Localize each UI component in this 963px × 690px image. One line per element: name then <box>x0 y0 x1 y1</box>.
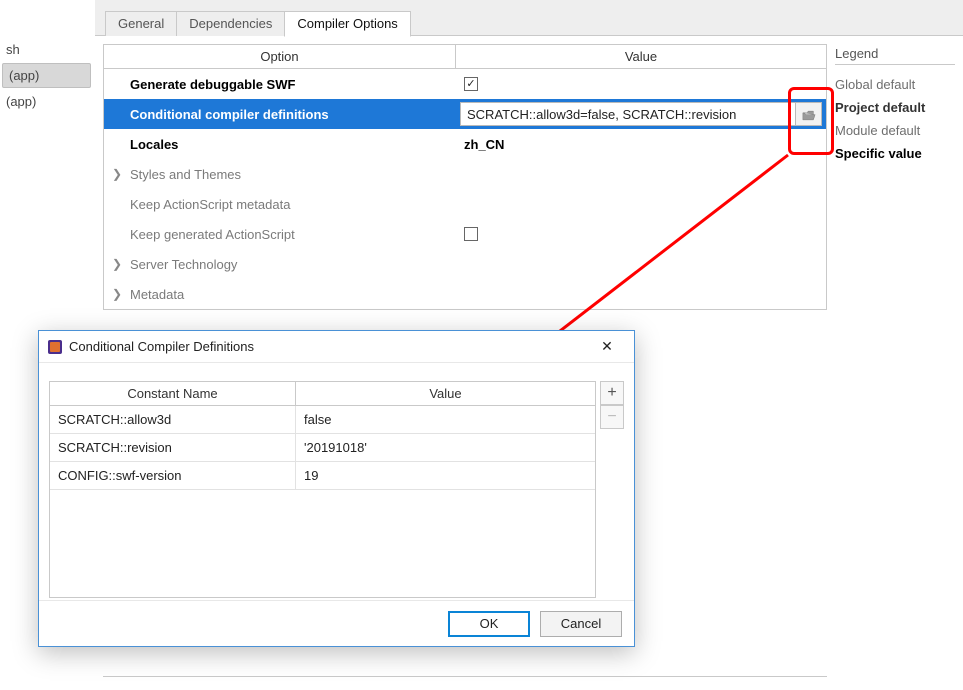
chevron-right-icon[interactable]: ❯ <box>110 167 124 181</box>
app-icon <box>47 339 63 355</box>
table-row[interactable]: Locales zh_CN <box>104 129 826 159</box>
constant-name-cell[interactable]: CONFIG::swf-version <box>50 462 296 489</box>
tab-general[interactable]: General <box>105 11 177 37</box>
table-header-value: Value <box>296 382 595 405</box>
value-cell[interactable] <box>456 200 826 208</box>
option-locales: Locales <box>104 132 456 157</box>
sidebar-item[interactable]: (app) <box>0 90 93 113</box>
option-keep-generated-actionscript: Keep generated ActionScript <box>104 222 456 247</box>
add-row-button[interactable]: + <box>600 381 624 405</box>
value-cell[interactable] <box>456 170 826 178</box>
table-row[interactable]: CONFIG::swf-version 19 <box>50 462 595 490</box>
sidebar-item-label: (app) <box>6 94 36 109</box>
value-cell[interactable] <box>456 290 826 298</box>
option-label: Metadata <box>130 287 184 302</box>
table-row[interactable]: Keep generated ActionScript <box>104 219 826 249</box>
legend-title: Legend <box>835 46 955 65</box>
dialog-conditional-compiler-definitions: Conditional Compiler Definitions ✕ Const… <box>38 330 635 647</box>
dialog-titlebar[interactable]: Conditional Compiler Definitions ✕ <box>39 331 634 363</box>
checkbox-checked-icon[interactable]: ✓ <box>464 77 478 91</box>
plus-icon: + <box>607 385 616 401</box>
definitions-table: Constant Name Value SCRATCH::allow3d fal… <box>49 381 596 598</box>
constant-name-cell[interactable]: SCRATCH::allow3d <box>50 406 296 433</box>
ok-button[interactable]: OK <box>448 611 530 637</box>
close-icon: ✕ <box>601 338 613 355</box>
tab-label: General <box>118 16 164 31</box>
remove-row-button[interactable]: − <box>600 405 624 429</box>
option-label: Keep ActionScript metadata <box>130 197 290 212</box>
value-cell[interactable]: SCRATCH::allow3d=false, SCRATCH::revisio… <box>456 99 826 129</box>
option-label: Keep generated ActionScript <box>130 227 295 242</box>
option-label: Styles and Themes <box>130 167 241 182</box>
option-label: Locales <box>130 137 178 152</box>
tab-dependencies[interactable]: Dependencies <box>176 11 285 37</box>
sidebar-item[interactable]: sh <box>0 38 93 61</box>
constant-value-cell[interactable]: 19 <box>296 462 595 489</box>
option-metadata: ❯ Metadata <box>104 282 456 307</box>
tab-label: Dependencies <box>189 16 272 31</box>
dialog-side-buttons: + − <box>600 381 624 429</box>
option-label: Conditional compiler definitions <box>130 107 329 122</box>
option-conditional-compiler-definitions: Conditional compiler definitions <box>104 102 456 127</box>
table-row[interactable]: Generate debuggable SWF ✓ <box>104 69 826 99</box>
table-row[interactable]: SCRATCH::allow3d false <box>50 406 595 434</box>
minus-icon: − <box>607 409 616 425</box>
option-styles-and-themes: ❯ Styles and Themes <box>104 162 456 187</box>
option-keep-actionscript-metadata: Keep ActionScript metadata <box>104 192 456 217</box>
table-row[interactable]: SCRATCH::revision '20191018' <box>50 434 595 462</box>
option-label: Server Technology <box>130 257 237 272</box>
value-cell[interactable]: zh_CN <box>456 133 826 156</box>
legend-panel: Legend Global default Project default Mo… <box>835 46 955 165</box>
legend-module-default: Module default <box>835 119 955 142</box>
chevron-right-icon[interactable]: ❯ <box>110 287 124 301</box>
value-cell[interactable] <box>456 223 826 245</box>
tab-compiler-options[interactable]: Compiler Options <box>284 11 410 37</box>
table-row-selected[interactable]: Conditional compiler definitions SCRATCH… <box>104 99 826 129</box>
table-header-constant-name: Constant Name <box>50 382 296 405</box>
legend-specific-value: Specific value <box>835 142 955 165</box>
close-button[interactable]: ✕ <box>588 334 626 360</box>
dialog-footer: OK Cancel <box>39 600 634 646</box>
value-input[interactable]: SCRATCH::allow3d=false, SCRATCH::revisio… <box>460 102 796 126</box>
checkbox-unchecked-icon[interactable] <box>464 227 478 241</box>
option-server-technology: ❯ Server Technology <box>104 252 456 277</box>
constant-value-cell[interactable]: '20191018' <box>296 434 595 461</box>
tab-label: Compiler Options <box>297 16 397 31</box>
table-row-expandable[interactable]: ❯ Server Technology <box>104 249 826 279</box>
option-label: Generate debuggable SWF <box>130 77 295 92</box>
button-label: OK <box>480 616 499 631</box>
divider <box>103 676 827 677</box>
folder-open-icon <box>802 109 816 120</box>
legend-project-default: Project default <box>835 96 955 119</box>
dialog-body: Constant Name Value SCRATCH::allow3d fal… <box>49 375 624 598</box>
table-row-expandable[interactable]: ❯ Styles and Themes <box>104 159 826 189</box>
cancel-button[interactable]: Cancel <box>540 611 622 637</box>
table-row-expandable[interactable]: ❯ Metadata <box>104 279 826 309</box>
value-cell[interactable] <box>456 260 826 268</box>
value-text: SCRATCH::allow3d=false, SCRATCH::revisio… <box>467 107 736 122</box>
dialog-title: Conditional Compiler Definitions <box>69 339 254 354</box>
browse-button[interactable] <box>796 102 822 126</box>
chevron-right-icon[interactable]: ❯ <box>110 257 124 271</box>
table-header-option: Option <box>104 45 456 68</box>
legend-global-default: Global default <box>835 73 955 96</box>
sidebar-item-label: sh <box>6 42 20 57</box>
table-header-row: Option Value <box>104 45 826 69</box>
button-label: Cancel <box>561 616 601 631</box>
options-table: Option Value Generate debuggable SWF ✓ C… <box>103 44 827 310</box>
value-cell[interactable]: ✓ <box>456 73 826 95</box>
table-header-row: Constant Name Value <box>50 382 595 406</box>
constant-value-cell[interactable]: false <box>296 406 595 433</box>
sidebar-item-selected[interactable]: (app) <box>2 63 91 88</box>
constant-name-cell[interactable]: SCRATCH::revision <box>50 434 296 461</box>
tab-bar: General Dependencies Compiler Options <box>95 0 963 36</box>
option-generate-debuggable-swf: Generate debuggable SWF <box>104 72 456 97</box>
sidebar-item-label: (app) <box>9 68 39 83</box>
table-header-value: Value <box>456 45 826 68</box>
value-text: zh_CN <box>464 137 504 152</box>
table-row[interactable]: Keep ActionScript metadata <box>104 189 826 219</box>
